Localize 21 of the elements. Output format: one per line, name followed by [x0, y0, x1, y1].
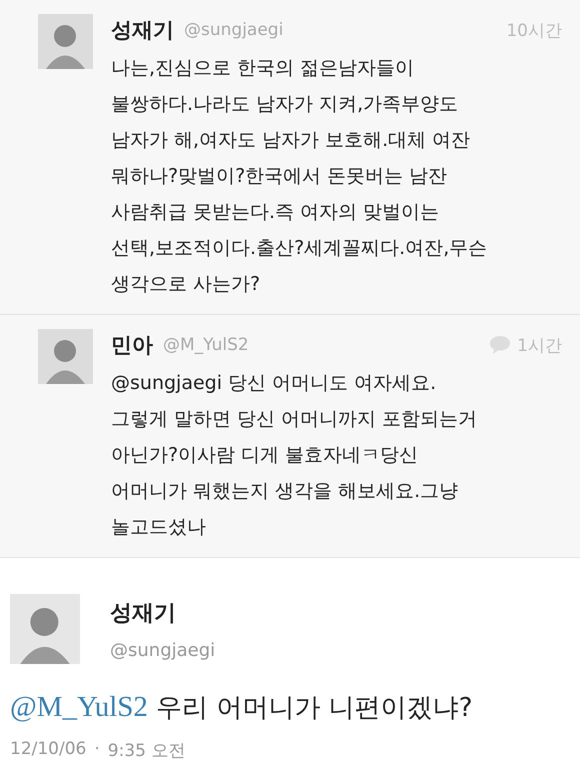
separator-dot: ·	[94, 739, 100, 761]
user-handle: @sungjaegi	[110, 640, 216, 660]
avatar	[38, 14, 93, 69]
speech-bubble-icon	[489, 335, 512, 355]
tweet-text: @M_YulS2 우리 어머니가 니편이겠냐?	[10, 690, 474, 725]
user-name: 성재기	[111, 17, 174, 44]
tweet-date: 12/10/06	[10, 739, 86, 761]
tweet-card[interactable]: 민아 @M_YulS2 1시간 @sungjaegi 당신 어머니도 여자세요. 그렇게 말하면 당신 어머니까지 포함되는거 아닌가?이사람 디게 불효자네ㅋ당신 어머니가 뭐했는지 생각을 해보세요.그냥 놀고드셨나	[0, 315, 580, 558]
tweet-time: 1시간	[517, 334, 562, 356]
tweet-text: @sungjaegi 당신 어머니도 여자세요. 그렇게 말하면 당신 어머니까지 포함되는거 아닌가?이사람 디게 불효자네ㅋ당신 어머니가 뭐했는지 생각을 해보세요.그냥 놀고드셨나	[111, 371, 478, 540]
user-handle: @sungjaegi	[184, 20, 284, 40]
tweet-time: 10시간	[506, 20, 562, 42]
tweet-text: 나는,진심으로 한국의 젊은남자들이 불쌍하다.나라도 남자가 지켜,가족부양도 남자가 해,여자도 남자가 보호해.대체 여잔 뭐하나?맞벌이?한국에서 돈못버는 남잔 사람취급 못받는다.즉 여자의 맞벌이는 선택,보조적이다.출산?세계꼴찌다.여잔,무슨 생각으로 사는가?	[111, 56, 488, 297]
user-handle: @M_YulS2	[163, 335, 249, 355]
mention-link[interactable]: @M_YulS2	[10, 691, 148, 723]
user-name: 민아	[111, 332, 153, 359]
tweet-card[interactable]: 성재기 @sungjaegi 10시간 나는,진심으로 한국의 젊은남자들이 불쌍하다.나라도 남자가 지켜,가족부양도 남자가 해,여자도 남자가 보호해.대체 여잔 뭐하나?맞벌이?한국에서 돈못버는 남잔 사람취급 못받는다.즉 여자의 맞벌이는 선택,보조적이다.출산?세계꼴찌다.여잔,무슨 생각으로 사는가?	[0, 0, 580, 315]
tweet-time: 9:35 오전	[108, 740, 186, 762]
avatar	[10, 594, 80, 664]
user-name: 성재기	[110, 600, 177, 628]
avatar	[38, 329, 93, 384]
